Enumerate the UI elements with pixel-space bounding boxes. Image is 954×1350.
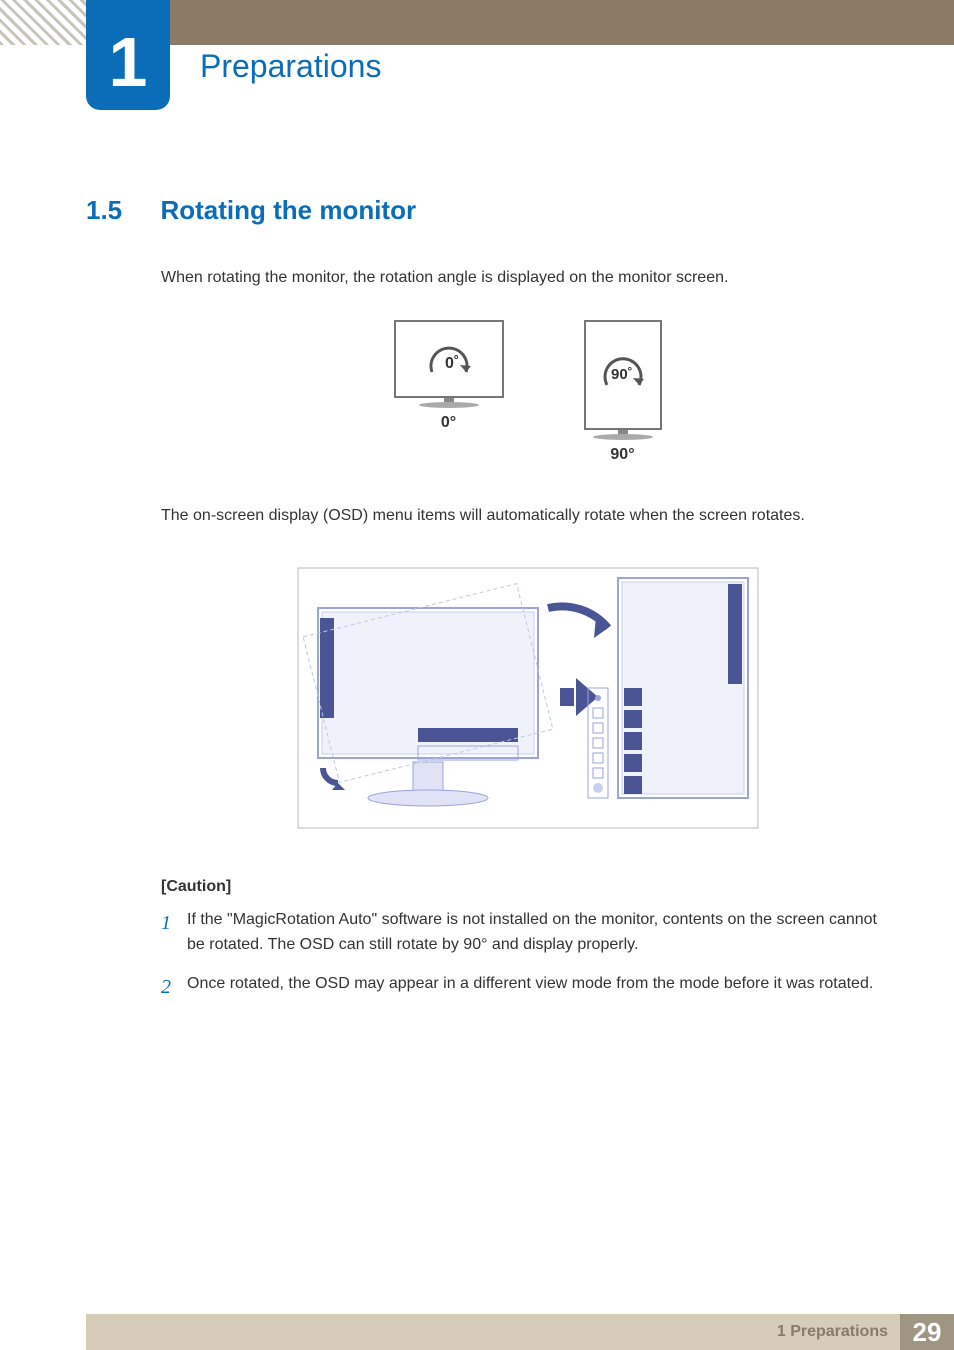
angle-90-inside-text: 90˚ <box>611 366 633 383</box>
list-item: 1 If the "MagicRotation Auto" software i… <box>161 908 894 958</box>
monitor-landscape-icon: 0˚ <box>394 320 504 398</box>
hatch-decoration <box>0 0 86 45</box>
osd-rotation-diagram <box>161 558 894 838</box>
chapter-number: 1 <box>109 22 148 102</box>
intro-paragraph: When rotating the monitor, the rotation … <box>161 266 894 290</box>
osd-note-paragraph: The on-screen display (OSD) menu items w… <box>161 504 894 528</box>
angle-0-label: 0° <box>441 414 456 432</box>
monitor-landscape-figure: 0˚ 0° <box>394 320 504 464</box>
footer-chapter-label: 1 Preparations <box>777 1323 888 1341</box>
angle-0-inside-text: 0˚ <box>445 355 459 372</box>
list-text: If the "MagicRotation Auto" software is … <box>187 908 894 958</box>
monitor-portrait-icon: 90˚ <box>584 320 662 430</box>
list-item: 2 Once rotated, the OSD may appear in a … <box>161 972 894 1003</box>
section-heading: 1.5 Rotating the monitor <box>86 195 894 226</box>
chapter-title: Preparations <box>200 48 381 85</box>
header-bar <box>86 0 954 45</box>
content-area: 1.5 Rotating the monitor When rotating t… <box>86 195 894 1017</box>
rotation-angle-figure: 0˚ 0° 90˚ 90° <box>161 320 894 464</box>
list-number: 2 <box>161 972 187 1003</box>
footer-bar: 1 Preparations 29 <box>86 1314 954 1350</box>
page-number: 29 <box>900 1314 954 1350</box>
angle-90-label: 90° <box>610 446 634 464</box>
monitor-portrait-figure: 90˚ 90° <box>584 320 662 464</box>
caution-label: [Caution] <box>161 878 894 896</box>
chapter-number-tab: 1 <box>86 0 170 110</box>
list-number: 1 <box>161 908 187 958</box>
list-text: Once rotated, the OSD may appear in a di… <box>187 972 873 1003</box>
section-number: 1.5 <box>86 195 156 226</box>
section-title: Rotating the monitor <box>160 195 416 226</box>
caution-list: 1 If the "MagicRotation Auto" software i… <box>161 908 894 1003</box>
